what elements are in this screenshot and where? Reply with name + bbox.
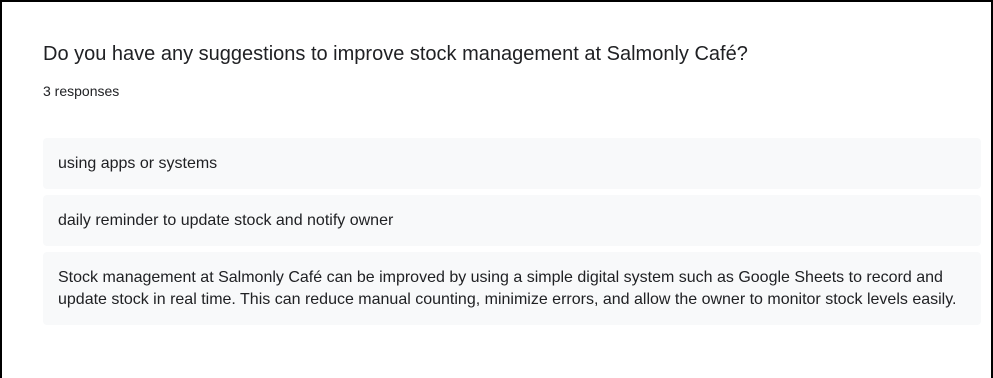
response-count: 3 responses [43,83,120,99]
response-item: daily reminder to update stock and notif… [43,195,981,246]
question-card-frame: Do you have any suggestions to improve s… [0,0,993,378]
response-list: using apps or systems daily reminder to … [43,138,981,331]
response-item: using apps or systems [43,138,981,189]
question-title: Do you have any suggestions to improve s… [43,43,748,65]
response-item: Stock management at Salmonly Café can be… [43,252,981,325]
